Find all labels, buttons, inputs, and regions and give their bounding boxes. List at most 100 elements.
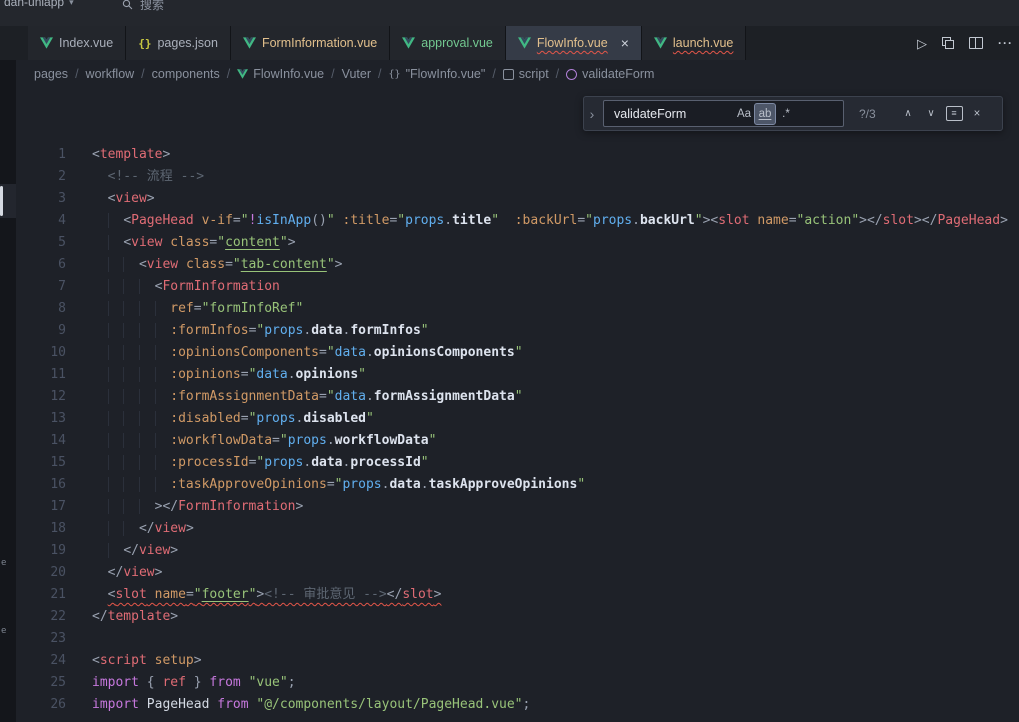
match-case-button[interactable]: Aa	[734, 104, 754, 124]
find-in-selection-button[interactable]: ≡	[944, 104, 964, 124]
code-line[interactable]: 7 <FormInformation	[16, 276, 1019, 298]
code-line[interactable]: 10 :opinionsComponents="data.opinionsCom…	[16, 342, 1019, 364]
breadcrumb-item-script[interactable]: script	[503, 67, 549, 81]
open-changes-icon[interactable]	[942, 37, 954, 49]
breadcrumb-separator: /	[227, 67, 230, 81]
code-line[interactable]: 15 :processId="props.data.processId"	[16, 452, 1019, 474]
code-line[interactable]: 12 :formAssignmentData="data.formAssignm…	[16, 386, 1019, 408]
breadcrumb-item-flowinfo-vue[interactable]: FlowInfo.vue	[237, 67, 324, 81]
breadcrumb-separator: /	[378, 67, 381, 81]
code-line[interactable]: 11 :opinions="data.opinions"	[16, 364, 1019, 386]
code-line[interactable]: 19 </view>	[16, 540, 1019, 562]
tab-approval-vue[interactable]: approval.vue	[390, 26, 506, 60]
code-line[interactable]: 6 <view class="tab-content">	[16, 254, 1019, 276]
breadcrumb-label: "FlowInfo.vue"	[406, 67, 486, 81]
symbol-module-icon	[503, 69, 514, 80]
active-file-indicator	[0, 186, 3, 216]
tab-launch-vue[interactable]: launch.vue	[642, 26, 746, 60]
line-number: 20	[16, 562, 66, 584]
line-number: 18	[16, 518, 66, 540]
tab-flowinfo-vue[interactable]: FlowInfo.vue ×	[506, 26, 642, 60]
breadcrumb-item-vuter[interactable]: Vuter	[342, 67, 371, 81]
code-line[interactable]: 4 <PageHead v-if="!isInApp()" :title="pr…	[16, 210, 1019, 232]
line-number: 12	[16, 386, 66, 408]
vue-icon	[518, 37, 531, 49]
line-number: 1	[16, 144, 66, 166]
global-search-label: 搜索	[140, 0, 164, 13]
previous-match-button[interactable]: ∧	[898, 104, 918, 124]
line-number: 23	[16, 628, 66, 650]
find-input[interactable]	[612, 106, 734, 122]
code-text: :workflowData="props.workflowData"	[92, 430, 436, 452]
code-line[interactable]: 1<template>	[16, 144, 1019, 166]
workspace-menu[interactable]: dan-uniapp ▾	[4, 0, 74, 9]
vue-icon	[402, 37, 415, 49]
line-number: 11	[16, 364, 66, 386]
run-icon[interactable]: ▷	[917, 37, 927, 50]
sidebar-clipped-text: e	[1, 626, 6, 636]
code-line[interactable]: 17 ></FormInformation>	[16, 496, 1019, 518]
code-text: <PageHead v-if="!isInApp()" :title="prop…	[92, 210, 1008, 232]
code-line[interactable]: 20 </view>	[16, 562, 1019, 584]
code-line[interactable]: 23	[16, 628, 1019, 650]
tab-label: pages.json	[157, 36, 217, 50]
breadcrumb-item-components[interactable]: components	[152, 67, 220, 81]
code-line[interactable]: 13 :disabled="props.disabled"	[16, 408, 1019, 430]
line-number: 7	[16, 276, 66, 298]
code-text: <slot name="footer"><!-- 审批意见 --></slot>	[92, 584, 441, 606]
code-line[interactable]: 25import { ref } from "vue";	[16, 672, 1019, 694]
line-number: 17	[16, 496, 66, 518]
breadcrumb-label: FlowInfo.vue	[253, 67, 324, 81]
more-actions-icon[interactable]: ···	[998, 37, 1013, 49]
split-editor-icon[interactable]	[969, 37, 983, 49]
breadcrumb-item-pages[interactable]: pages	[34, 67, 68, 81]
line-number: 6	[16, 254, 66, 276]
code-line[interactable]: 5 <view class="content">	[16, 232, 1019, 254]
tab-forminformation-vue[interactable]: FormInformation.vue	[231, 26, 390, 60]
line-number: 15	[16, 452, 66, 474]
close-icon[interactable]: ×	[621, 36, 629, 50]
line-number: 22	[16, 606, 66, 628]
code-line[interactable]: 16 :taskApproveOpinions="props.data.task…	[16, 474, 1019, 496]
workspace-name: dan-uniapp	[4, 0, 64, 9]
code-text: </view>	[92, 540, 178, 562]
toggle-replace-button[interactable]: ›	[584, 97, 600, 130]
vue-icon	[243, 37, 256, 49]
breadcrumb: pages/workflow/components/FlowInfo.vue/V…	[16, 60, 1019, 88]
whole-word-button[interactable]: ab	[754, 103, 776, 125]
regex-button[interactable]: .*	[776, 104, 796, 124]
breadcrumb-label: pages	[34, 67, 68, 81]
code-line[interactable]: 21 <slot name="footer"><!-- 审批意见 --></sl…	[16, 584, 1019, 606]
code-line[interactable]: 14 :workflowData="props.workflowData"	[16, 430, 1019, 452]
code-line[interactable]: 9 :formInfos="props.data.formInfos"	[16, 320, 1019, 342]
code-editor: › Aa ab .* ?/3 ∧ ∨ ≡ × 1<template>2 <!--…	[16, 88, 1019, 722]
tab-label: FlowInfo.vue	[537, 36, 608, 50]
code-line[interactable]: 2 <!-- 流程 -->	[16, 166, 1019, 188]
tab-pages-json[interactable]: {}pages.json	[126, 26, 231, 60]
line-number: 21	[16, 584, 66, 606]
tab-index-vue[interactable]: Index.vue	[28, 26, 126, 60]
tab-label: FormInformation.vue	[262, 36, 377, 50]
breadcrumb-item-validateform[interactable]: validateForm	[566, 67, 654, 81]
breadcrumb-separator: /	[492, 67, 495, 81]
next-match-button[interactable]: ∨	[921, 104, 941, 124]
code-text: <!-- 流程 -->	[92, 166, 204, 188]
breadcrumb-item--flowinfo-vue-[interactable]: {}"FlowInfo.vue"	[389, 67, 486, 81]
code-line[interactable]: 18 </view>	[16, 518, 1019, 540]
code-line[interactable]: 24<script setup>	[16, 650, 1019, 672]
close-find-button[interactable]: ×	[967, 104, 987, 124]
symbol-method-icon	[566, 69, 577, 80]
line-number: 3	[16, 188, 66, 210]
code-line[interactable]: 26import PageHead from "@/components/lay…	[16, 694, 1019, 716]
tab-label: launch.vue	[673, 36, 733, 50]
vscode-window: dan-uniapp ▾ 搜索 Index.vue{}pages.json For…	[0, 0, 1019, 722]
global-search-box[interactable]: 搜索	[122, 0, 164, 13]
title-bar: dan-uniapp ▾ 搜索	[0, 0, 1019, 26]
code-line[interactable]: 3 <view>	[16, 188, 1019, 210]
breadcrumb-item-workflow[interactable]: workflow	[86, 67, 135, 81]
line-number: 13	[16, 408, 66, 430]
code-text: :disabled="props.disabled"	[92, 408, 374, 430]
line-number: 24	[16, 650, 66, 672]
code-line[interactable]: 8 ref="formInfoRef"	[16, 298, 1019, 320]
code-line[interactable]: 22</template>	[16, 606, 1019, 628]
